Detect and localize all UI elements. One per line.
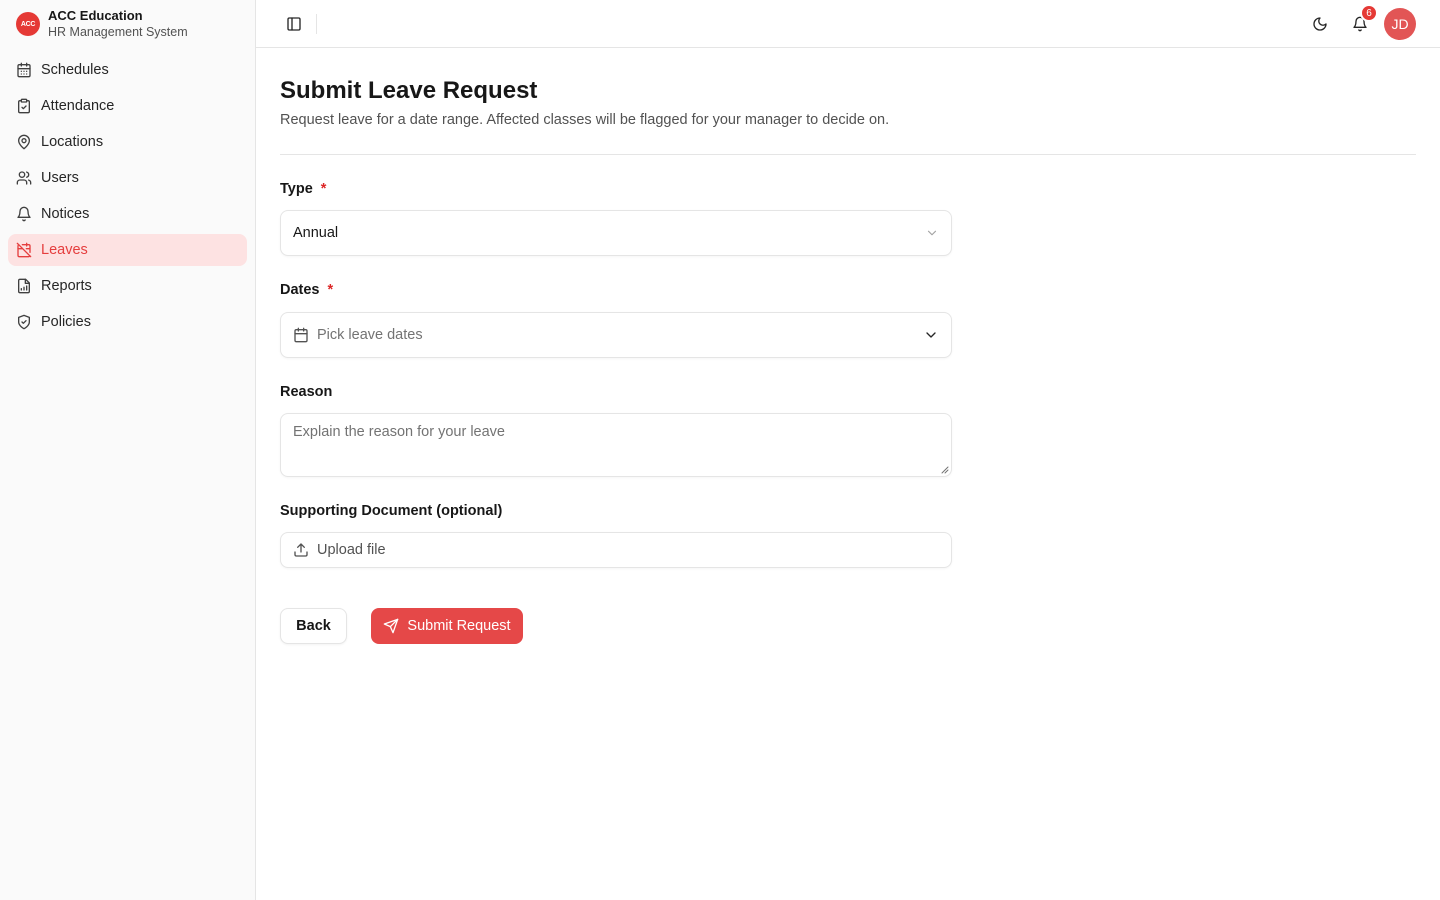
- sidebar-item-notices[interactable]: Notices: [8, 198, 247, 230]
- dates-placeholder: Pick leave dates: [317, 327, 423, 343]
- required-mark: *: [320, 181, 327, 197]
- calendar-icon: [17, 62, 31, 78]
- sidebar-item-label: Users: [41, 170, 79, 186]
- type-select-value: Annual: [293, 225, 339, 241]
- document-label: Supporting Document (optional): [280, 503, 503, 519]
- sidebar-item-locations[interactable]: Locations: [8, 126, 247, 158]
- bell-icon: [17, 206, 31, 222]
- submit-label: Submit Request: [407, 618, 511, 634]
- brand[interactable]: ACC ACC Education HR Management System: [0, 0, 255, 48]
- moon-icon: [1313, 17, 1327, 31]
- sidebar-item-label: Notices: [41, 206, 90, 222]
- sidebar-item-label: Locations: [41, 134, 104, 150]
- clipboard-check-icon: [18, 98, 30, 114]
- sidebar-item-schedules[interactable]: Schedules: [8, 54, 247, 86]
- chevron-down-icon: [926, 332, 936, 338]
- brand-subtitle: HR Management System: [48, 25, 188, 39]
- panel-left-icon: [287, 16, 301, 31]
- divider: [280, 154, 1416, 155]
- sidebar-item-label: Schedules: [41, 62, 109, 78]
- notification-count-badge: 6: [1360, 4, 1378, 22]
- theme-toggle-button[interactable]: [1304, 8, 1336, 40]
- upload-label: Upload file: [317, 542, 386, 558]
- users-icon: [16, 171, 32, 185]
- chevron-down-icon: [927, 230, 937, 236]
- sidebar-item-label: Attendance: [41, 98, 115, 114]
- sidebar-item-users[interactable]: Users: [8, 162, 247, 194]
- sidebar-item-leaves[interactable]: Leaves: [8, 234, 247, 266]
- dates-label: Dates *: [280, 282, 334, 298]
- type-select[interactable]: Annual: [280, 210, 952, 256]
- sidebar-item-attendance[interactable]: Attendance: [8, 90, 247, 122]
- shield-check-icon: [18, 314, 30, 330]
- sidebar-item-reports[interactable]: Reports: [8, 270, 247, 302]
- file-chart-icon: [18, 278, 30, 294]
- submit-request-button[interactable]: Submit Request: [371, 608, 523, 644]
- sidebar-item-label: Leaves: [41, 242, 88, 258]
- back-button[interactable]: Back: [280, 608, 347, 644]
- sidebar-item-label: Reports: [41, 278, 92, 294]
- avatar[interactable]: JD: [1384, 8, 1416, 40]
- map-pin-icon: [18, 134, 30, 150]
- calendar-off-icon: [16, 242, 32, 258]
- header-separator: [316, 13, 317, 34]
- sidebar-item-label: Policies: [41, 314, 91, 330]
- dates-picker[interactable]: Pick leave dates: [280, 312, 952, 358]
- top-header: 6 JD: [256, 0, 1440, 48]
- page-description: Request leave for a date range. Affected…: [280, 112, 890, 128]
- reason-textarea[interactable]: Explain the reason for your leave: [280, 413, 952, 477]
- form-actions: Back Submit Request: [280, 608, 1416, 644]
- upload-icon: [294, 543, 308, 557]
- sidebar-item-policies[interactable]: Policies: [8, 306, 247, 338]
- sidebar-toggle-button[interactable]: [280, 10, 308, 38]
- sidebar: ACC ACC Education HR Management System S…: [0, 0, 256, 900]
- page-title: Submit Leave Request: [280, 77, 538, 104]
- notifications-button[interactable]: 6: [1344, 4, 1378, 40]
- brand-logo: ACC: [16, 12, 40, 36]
- send-icon: [384, 618, 399, 634]
- reason-label: Reason: [280, 384, 333, 400]
- reason-placeholder: Explain the reason for your leave: [293, 424, 505, 440]
- sidebar-nav: Schedules Attendance Locations Users Not…: [0, 48, 255, 348]
- required-mark: *: [327, 282, 334, 298]
- upload-file-button[interactable]: Upload file: [280, 532, 952, 568]
- resize-handle-icon[interactable]: [941, 466, 949, 474]
- type-label: Type *: [280, 181, 327, 197]
- brand-name: ACC Education: [48, 8, 143, 23]
- main-content: Submit Leave Request Request leave for a…: [280, 48, 1416, 644]
- calendar-icon: [294, 327, 308, 343]
